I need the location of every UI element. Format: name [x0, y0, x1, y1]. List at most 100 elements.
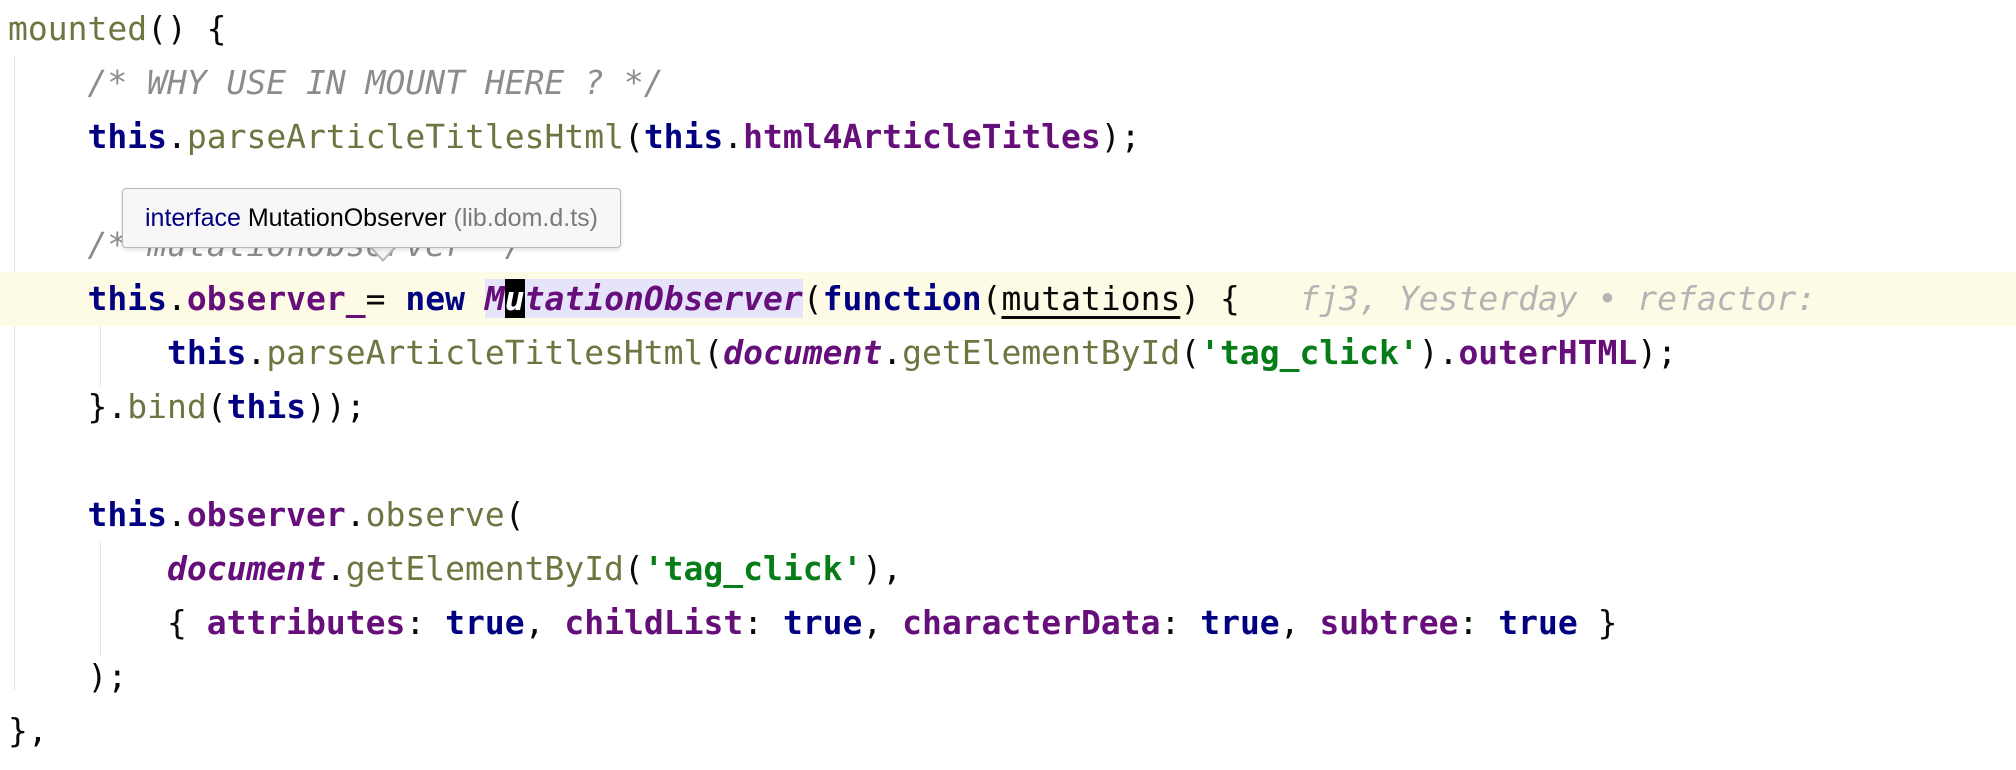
- tooltip-keyword: interface: [145, 204, 241, 232]
- code-token: true: [445, 603, 525, 642]
- code-line[interactable]: [0, 434, 2016, 488]
- code-token: mutations: [1001, 279, 1181, 318]
- code-line[interactable]: this.parseArticleTitlesHtml(document.get…: [0, 326, 2016, 380]
- code-token: observe: [365, 495, 505, 534]
- code-token: this: [166, 333, 247, 372]
- code-string: 'tag_click': [643, 549, 863, 588]
- code-token: .: [723, 117, 744, 156]
- code-token: .: [246, 333, 267, 372]
- code-line[interactable]: document.getElementById('tag_click'),: [0, 542, 2016, 596]
- code-token: (: [504, 495, 525, 534]
- code-token: ));: [306, 387, 366, 426]
- code-token: :: [405, 603, 446, 642]
- code-token: .: [166, 279, 187, 318]
- code-token: ).: [1418, 333, 1459, 372]
- code-token: );: [1100, 117, 1141, 156]
- code-token: );: [87, 657, 128, 696]
- code-token: attributes: [206, 603, 406, 642]
- code-token: this: [643, 117, 724, 156]
- code-token: childList: [564, 603, 744, 642]
- code-line[interactable]: },: [0, 704, 2016, 758]
- code-token: getElementById: [345, 549, 624, 588]
- code-token: :: [1458, 603, 1499, 642]
- code-token: .: [325, 549, 346, 588]
- code-token: tationObserver: [524, 279, 803, 318]
- code-token: );: [1637, 333, 1677, 372]
- code-token: characterData: [902, 603, 1161, 642]
- code-comment: /* WHY USE IN MOUNT HERE ? */: [87, 63, 664, 102]
- code-token: ,: [1279, 603, 1320, 642]
- code-token: new: [405, 279, 466, 318]
- code-token: () {: [147, 9, 227, 48]
- code-token: this: [87, 279, 167, 318]
- code-token: .: [345, 495, 366, 534]
- code-token: ,: [862, 603, 903, 642]
- code-token: ) {: [1180, 279, 1300, 318]
- code-token: ),: [862, 549, 903, 588]
- code-token: parseArticleTitlesHtml: [266, 333, 704, 372]
- tooltip-symbol-name: MutationObserver: [247, 204, 447, 232]
- code-token: .: [166, 495, 187, 534]
- code-token: =: [365, 279, 406, 318]
- code-token: (: [981, 279, 1002, 318]
- code-token: }.: [87, 387, 128, 426]
- git-blame-annotation: fj3, Yesterday • refactor:: [1299, 279, 1836, 318]
- code-line[interactable]: this.parseArticleTitlesHtml(this.html4Ar…: [0, 110, 2016, 164]
- quick-info-tooltip: interface MutationObserver (lib.dom.d.ts…: [122, 188, 621, 248]
- code-token: :: [743, 603, 783, 642]
- code-token: true: [1200, 603, 1280, 642]
- code-token: outerHTML: [1458, 333, 1638, 372]
- code-token: true: [1498, 603, 1578, 642]
- code-line[interactable]: /* WHY USE IN MOUNT HERE ? */: [0, 56, 2016, 110]
- code-token: (: [703, 333, 724, 372]
- code-token: M: [484, 279, 505, 318]
- code-token: bind: [127, 387, 207, 426]
- code-token: observer_: [186, 279, 366, 318]
- code-token: subtree: [1319, 603, 1459, 642]
- code-token: :: [1160, 603, 1201, 642]
- tooltip-source: (lib.dom.d.ts): [453, 204, 598, 232]
- code-token: .: [166, 117, 187, 156]
- code-token: function: [822, 279, 982, 318]
- code-token: {: [166, 603, 207, 642]
- code-token: this: [87, 495, 167, 534]
- code-line[interactable]: this.observer.observe(: [0, 488, 2016, 542]
- code-token: }: [1577, 603, 1618, 642]
- code-line[interactable]: mounted() {: [0, 2, 2016, 56]
- code-token: observer: [186, 495, 346, 534]
- code-token: this: [87, 117, 167, 156]
- code-editor[interactable]: mounted() { /* WHY USE IN MOUNT HERE ? *…: [0, 0, 2016, 770]
- code-token: ,: [524, 603, 565, 642]
- code-token: mounted: [8, 9, 148, 48]
- code-token: parseArticleTitlesHtml: [186, 117, 624, 156]
- code-line[interactable]: );: [0, 650, 2016, 704]
- code-token: (: [206, 387, 227, 426]
- code-token: (: [1180, 333, 1201, 372]
- code-token: true: [782, 603, 863, 642]
- code-token: document: [166, 549, 326, 588]
- text-caret: u: [504, 279, 525, 318]
- code-token: this: [226, 387, 307, 426]
- code-token: document: [723, 333, 883, 372]
- code-line[interactable]: }.bind(this));: [0, 380, 2016, 434]
- code-string: 'tag_click': [1200, 333, 1419, 372]
- code-token: (: [623, 117, 644, 156]
- code-token: },: [8, 711, 48, 750]
- code-token: (: [623, 549, 644, 588]
- code-token: html4ArticleTitles: [743, 117, 1101, 156]
- code-token: (: [802, 279, 823, 318]
- code-line-current[interactable]: this.observer_= new MutationObserver(fun…: [0, 272, 2016, 326]
- code-line[interactable]: { attributes: true, childList: true, cha…: [0, 596, 2016, 650]
- code-token: getElementById: [902, 333, 1181, 372]
